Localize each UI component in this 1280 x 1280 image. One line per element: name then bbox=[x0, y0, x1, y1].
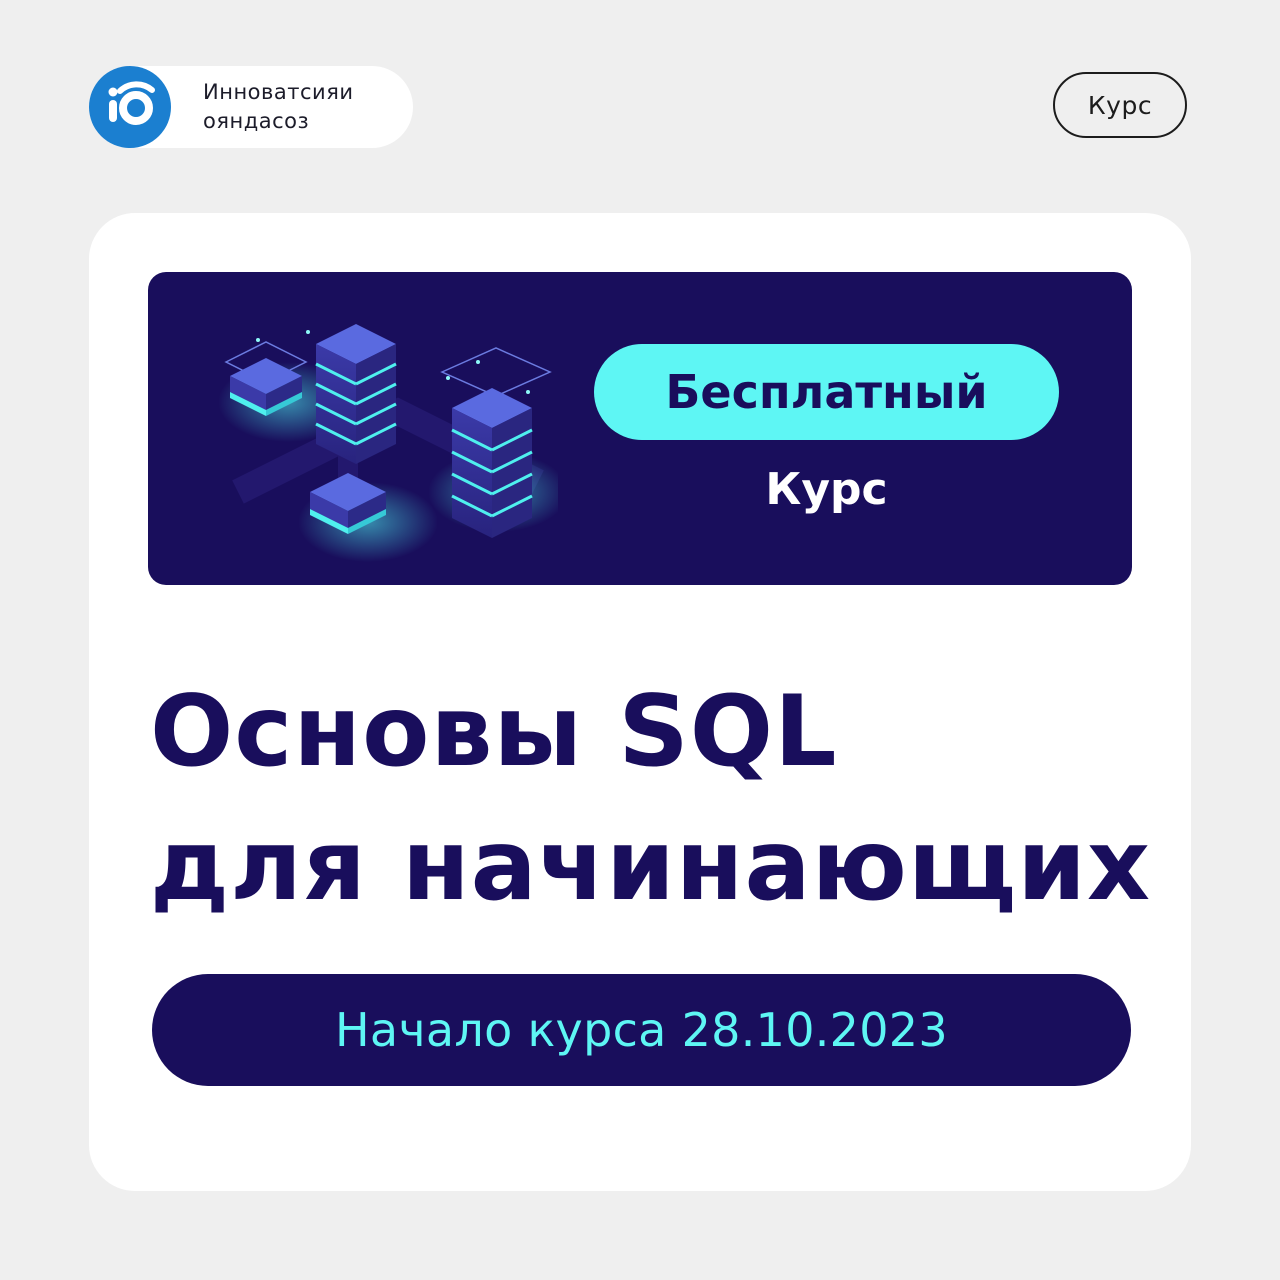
io-logo-icon bbox=[108, 81, 155, 125]
start-date-banner: Начало курса 28.10.2023 bbox=[152, 974, 1131, 1086]
free-badge: Бесплатный bbox=[594, 344, 1059, 440]
brand-name-line1: Инноватсияи bbox=[203, 80, 354, 104]
brand-logo bbox=[89, 66, 171, 148]
brand-name: Инноватсияи ояндасоз bbox=[203, 78, 353, 136]
course-card: Бесплатный Курс Основы SQL для начинающи… bbox=[89, 213, 1191, 1191]
banner-subtitle: Курс bbox=[765, 464, 888, 515]
course-title-line2: для начинающих bbox=[150, 809, 1152, 923]
course-title-line1: Основы SQL bbox=[150, 675, 838, 789]
server-illustration-icon bbox=[218, 324, 558, 562]
course-title: Основы SQL для начинающих bbox=[150, 665, 1151, 933]
brand-name-line2: ояндасоз bbox=[203, 109, 310, 133]
brand-badge: Инноватсияи ояндасоз bbox=[89, 66, 413, 148]
course-tag-button[interactable]: Курс bbox=[1053, 72, 1187, 138]
hero-banner: Бесплатный Курс bbox=[148, 272, 1132, 585]
